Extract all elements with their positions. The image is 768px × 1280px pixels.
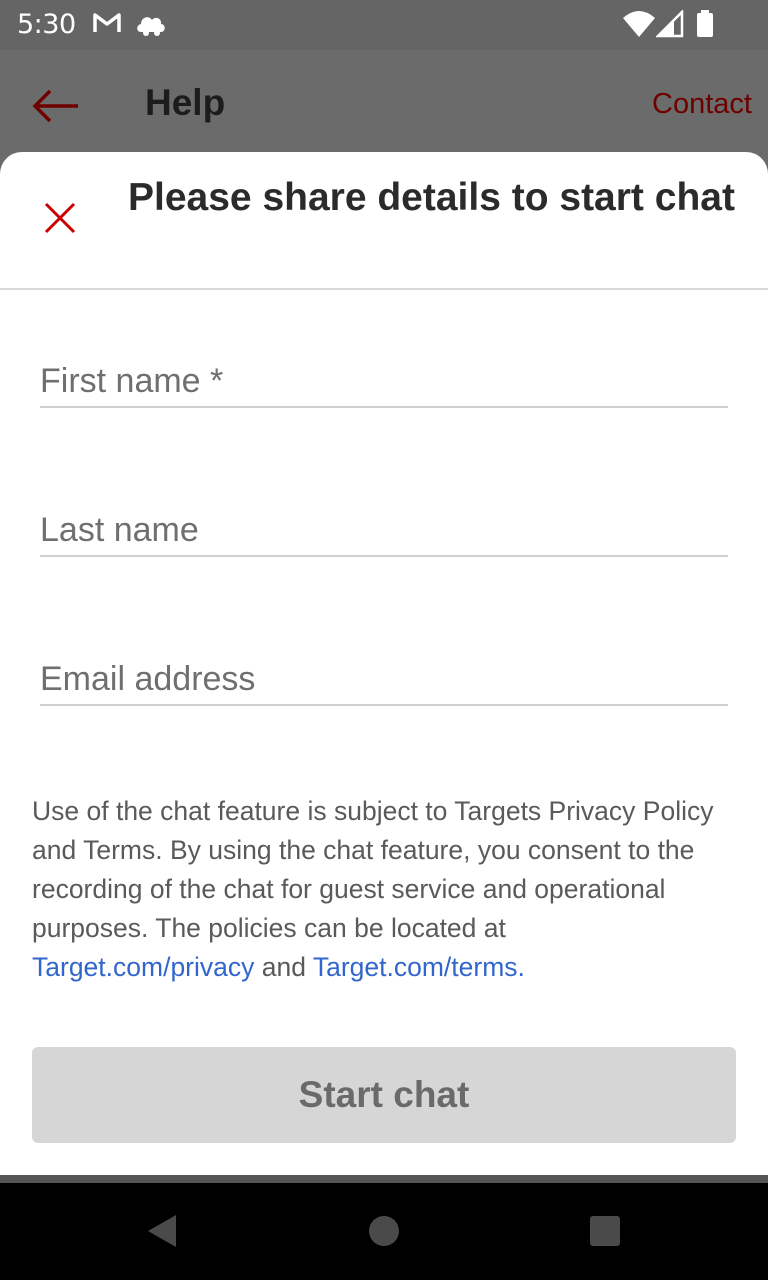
back-arrow-icon[interactable] <box>30 86 82 126</box>
last-name-field[interactable] <box>40 497 728 557</box>
first-name-input[interactable] <box>40 348 728 406</box>
home-circle-icon[interactable] <box>368 1213 400 1254</box>
first-name-field[interactable] <box>40 348 728 408</box>
privacy-link[interactable]: Target.com/privacy <box>32 952 254 982</box>
system-nav-bar <box>0 1183 768 1280</box>
sheet-title: Please share details to start chat <box>128 176 735 219</box>
status-time: 5:30 <box>17 9 76 40</box>
email-field[interactable] <box>40 646 728 706</box>
battery-icon <box>696 10 714 43</box>
close-button[interactable] <box>30 190 90 250</box>
start-chat-button[interactable]: Start chat <box>32 1047 736 1143</box>
privacy-disclaimer: Use of the chat feature is subject to Ta… <box>32 792 732 987</box>
back-triangle-icon[interactable] <box>146 1213 178 1254</box>
email-input[interactable] <box>40 646 728 704</box>
close-icon <box>43 201 77 240</box>
sheet-header: Please share details to start chat <box>0 152 768 290</box>
recents-square-icon[interactable] <box>589 1213 621 1254</box>
last-name-input[interactable] <box>40 497 728 555</box>
disclaimer-joiner: and <box>254 952 313 982</box>
terms-link[interactable]: Target.com/terms. <box>313 952 525 982</box>
app-bar: Help Contact <box>0 50 768 160</box>
wifi-icon <box>622 10 656 43</box>
gmail-icon <box>92 10 122 41</box>
contact-link[interactable]: Contact <box>652 88 752 121</box>
chat-details-sheet: Please share details to start chat Use o… <box>0 152 768 1175</box>
disclaimer-text: Use of the chat feature is subject to Ta… <box>32 796 714 943</box>
cell-signal-icon <box>654 8 684 43</box>
page-title: Help <box>145 82 226 123</box>
status-bar: 5:30 <box>0 0 768 50</box>
sheet-bottom-divider <box>0 1175 768 1183</box>
cloud-icon <box>135 10 167 41</box>
